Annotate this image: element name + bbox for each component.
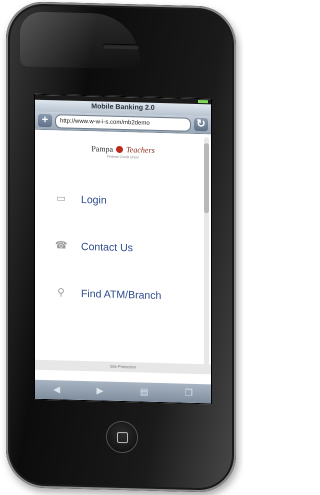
logo-word-1: Pampa xyxy=(91,143,114,154)
plus-icon[interactable]: + xyxy=(38,113,52,128)
location-pin-icon: ⚲ xyxy=(57,286,65,299)
bookmarks-icon[interactable]: ▤ xyxy=(140,386,149,397)
pages-icon[interactable]: ❐ xyxy=(185,388,193,399)
browser-toolbar: ◀ ▶ ▤ ❐ xyxy=(35,379,211,404)
home-square-icon xyxy=(117,431,128,444)
apple-icon xyxy=(116,145,124,153)
menu-item-label: Contact Us xyxy=(81,240,133,254)
battery-icon xyxy=(198,100,208,104)
phone-device: Mobile Banking 2.0 + http://www.w-w-i-s.… xyxy=(6,0,236,494)
menu-item-contact[interactable]: ☎ Contact Us xyxy=(35,222,211,274)
menu-item-atm[interactable]: ⚲ Find ATM/Branch xyxy=(35,269,211,321)
forward-arrow-icon[interactable]: ▶ xyxy=(97,385,104,396)
menu-item-label: Login xyxy=(81,193,107,207)
scroll-thumb[interactable] xyxy=(204,143,209,214)
phone-icon: ☎ xyxy=(55,239,68,252)
menu-item-login[interactable]: ▭ Login xyxy=(35,175,211,227)
footer-strip: Site Protection xyxy=(35,359,211,375)
earpiece xyxy=(103,43,139,50)
door-icon: ▭ xyxy=(56,192,66,205)
menu-item-label: Find ATM/Branch xyxy=(81,287,162,302)
back-arrow-icon[interactable]: ◀ xyxy=(53,384,60,395)
phone-gloss xyxy=(20,11,140,70)
reload-icon[interactable]: ↻ xyxy=(194,117,208,132)
main-menu: ▭ Login ☎ Contact Us ⚲ Find ATM/Branch xyxy=(35,175,211,321)
home-button[interactable] xyxy=(107,421,137,453)
stage: Mobile Banking 2.0 + http://www.w-w-i-s.… xyxy=(0,0,243,495)
url-field[interactable]: http://www.w-w-i-s.com/mb2demo xyxy=(55,113,191,132)
page-content: Pampa Teachers Federal Credit Union ▭ Lo… xyxy=(35,129,211,375)
logo-word-2: Teachers xyxy=(126,144,155,155)
scrollbar[interactable] xyxy=(204,137,209,366)
phone-screen: Mobile Banking 2.0 + http://www.w-w-i-s.… xyxy=(34,93,212,405)
